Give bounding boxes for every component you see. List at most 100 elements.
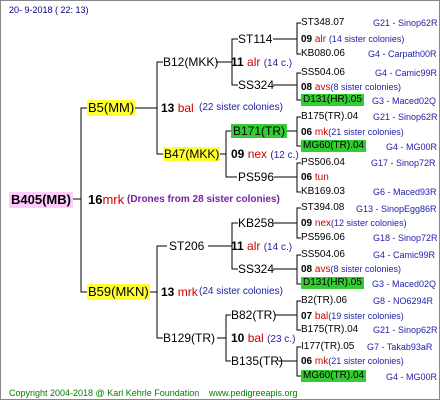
lower-row-4: SS504.06	[301, 249, 345, 260]
upper-row-5: 08 avs(8 sister colonies)	[301, 81, 401, 94]
upper-gp2-note: (12 c.)	[270, 150, 299, 161]
row-code: tun	[314, 172, 329, 183]
footer-site-link[interactable]: www.pedigreeapis.org	[209, 387, 298, 399]
row-count: 09	[301, 34, 313, 45]
lower-parent-drone-info: 13 mrk	[161, 285, 198, 299]
upper-row-11: 06 tun	[301, 172, 329, 184]
row-code: bal	[314, 311, 329, 322]
upper-row-10: PS506.04	[301, 157, 345, 168]
upper-row-6: D131(HR).05	[301, 94, 364, 106]
lower-gp1-drone-info: 11 alr (14 c.)	[231, 239, 292, 255]
row-note: (19 sister colonies)	[328, 311, 404, 321]
lower-row-8: 07 bal(19 sister colonies)	[301, 310, 404, 323]
lower-gp2-name: B129(TR)	[163, 331, 216, 345]
row-code: mk	[314, 356, 329, 367]
row-note: (8 sister colonies)	[330, 264, 401, 274]
lower-row-3-ref: G18 - Sinop72R	[373, 233, 438, 243]
row-note: (21 sister colonies)	[328, 127, 404, 137]
lower-parent-name: B59(MKN)	[87, 284, 150, 300]
lower-parent-count: 13	[161, 285, 175, 299]
root-note: (Drones from 28 sister colonies)	[127, 194, 280, 205]
row-count: 06	[301, 127, 313, 138]
upper-parent-note: (22 sister colonies)	[199, 102, 283, 113]
upper-row-1-ref: G21 - Sinop62R	[373, 18, 438, 28]
lower-row-12-ref: G4 - MG00R	[386, 372, 438, 382]
upper-row-6-ref: G3 - Maced02Q	[372, 96, 437, 106]
upper-ggp-4: PS596	[238, 170, 275, 184]
row-count: 07	[301, 311, 313, 322]
lower-gp2-note: (23 c.)	[267, 334, 296, 345]
upper-gp1-name: B12(MKK)	[163, 55, 219, 69]
lower-gp1-name: ST206	[169, 239, 205, 253]
lower-parent-note: (24 sister colonies)	[199, 286, 283, 297]
lower-row-12: MG60(TR).04	[301, 370, 367, 382]
lower-row-4-ref: G4 - Camic99R	[373, 250, 436, 260]
row-code: nex	[314, 218, 332, 229]
lower-gp1-count: 11	[231, 239, 244, 253]
upper-gp2-drone-info: 09 nex (12 c.)	[231, 147, 299, 163]
root-drone-info: 16mrk	[88, 192, 124, 208]
row-note: (12 sister colonies)	[331, 218, 407, 228]
upper-gp2-code: nex	[247, 147, 268, 161]
root-count: 16	[88, 192, 103, 207]
lower-row-9: B175(TR).04	[301, 324, 359, 335]
root-code: mrk	[102, 192, 125, 207]
upper-gp1-code: alr	[247, 55, 261, 69]
row-count: 08	[301, 82, 313, 93]
lower-row-1-ref: G13 - SinopEgg86R	[356, 204, 437, 214]
lower-ggp-1: KB258	[238, 216, 275, 230]
footer-copyright: Copyright 2004-2018 @ Karl Kehrle Founda…	[9, 388, 200, 398]
lower-row-10-ref: G7 - Takab93aR	[367, 342, 433, 352]
upper-gp1-note: (14 c.)	[263, 58, 293, 69]
row-note: (8 sister colonies)	[330, 82, 401, 92]
upper-row-9: MG60(TR).04	[301, 140, 367, 152]
row-code: mk	[314, 127, 329, 138]
upper-row-3-ref: G4 - Carpath00R	[368, 49, 437, 59]
row-code: avs	[314, 82, 331, 93]
lower-row-10: I177(TR).05	[301, 341, 355, 352]
lower-ggp-2: SS324	[238, 262, 275, 276]
lower-parent-code: mrk	[177, 285, 198, 299]
lower-row-6: D131(HR).05	[301, 277, 364, 289]
lower-row-7-ref: G8 - NO6294R	[373, 296, 434, 306]
upper-ggp-2: SS324	[238, 78, 275, 92]
lower-ggp-4: B135(TR)	[231, 354, 284, 368]
row-id: ST348.07	[301, 17, 345, 28]
upper-row-12: KB169.03	[301, 186, 345, 197]
row-note: (14 sister colonies)	[328, 34, 405, 44]
upper-row-3: KB080.06	[301, 48, 345, 59]
upper-row-10-ref: G17 - Sinop72R	[371, 158, 436, 168]
lower-gp2-code: bal	[247, 331, 264, 345]
row-count: 08	[301, 264, 313, 275]
upper-row-4-ref: G4 - Camic99R	[375, 68, 438, 78]
lower-row-3: PS596.06	[301, 232, 345, 243]
lower-gp1-note: (14 c.)	[263, 242, 293, 253]
lower-row-1: ST394.08	[301, 202, 345, 213]
upper-gp1-drone-info: 11 alr (14 c.)	[231, 55, 292, 71]
lower-ggp-3: B82(TR)	[231, 308, 277, 322]
lower-row-2: 09 nex(12 sister colonies)	[301, 217, 407, 230]
upper-row-12-ref: G6 - Maced93R	[373, 187, 437, 197]
upper-row-7-ref: G21 - Sinop62R	[373, 112, 438, 122]
upper-row-4: SS504.06	[301, 67, 345, 78]
upper-gp2-count: 09	[231, 147, 245, 161]
lower-row-11: 06 mk(21 sister colonies)	[301, 355, 404, 368]
row-count: 06	[301, 356, 313, 367]
upper-parent-drone-info: 13 bal	[161, 101, 194, 115]
row-code: alr	[314, 34, 327, 45]
row-count: 06	[301, 172, 313, 183]
upper-gp1-count: 11	[231, 55, 244, 69]
upper-row-7: B175(TR).04	[301, 111, 359, 122]
lower-row-7: B2(TR).06	[301, 295, 348, 306]
lower-row-5: 08 avs(8 sister colonies)	[301, 263, 401, 276]
root-name: B405(MB)	[9, 192, 73, 208]
upper-parent-name: B5(MM)	[87, 100, 136, 116]
lower-gp2-drone-info: 10 bal (23 c.)	[231, 331, 295, 347]
upper-parent-code: bal	[177, 101, 194, 115]
upper-ggp-1: ST114	[238, 32, 273, 46]
upper-ggp-3: B171(TR)	[231, 124, 288, 138]
lower-row-6-ref: G3 - Maced02Q	[372, 279, 437, 289]
lower-gp1-code: alr	[247, 239, 261, 253]
lower-gp2-count: 10	[231, 331, 245, 345]
row-code: avs	[314, 264, 331, 275]
